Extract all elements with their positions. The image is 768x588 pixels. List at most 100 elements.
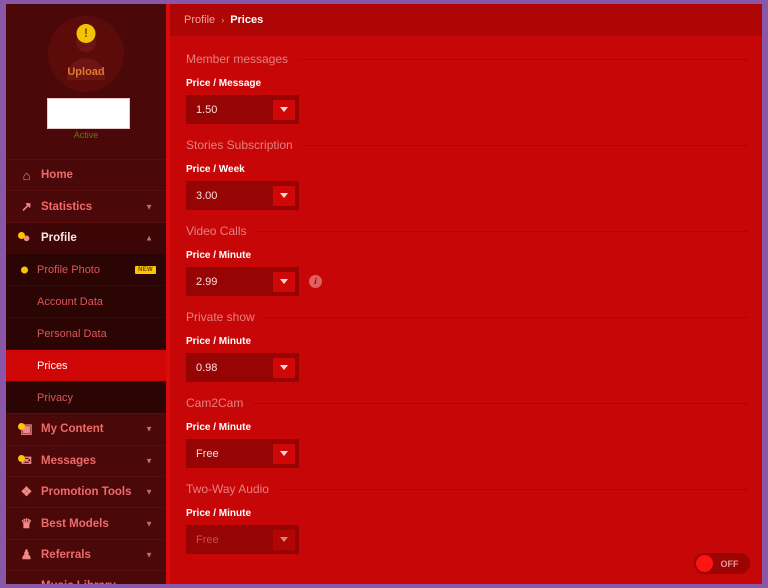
- prices-form: Member messages Price / Message 1.50 Storie…: [170, 36, 762, 554]
- sidebar-subitem-account-data[interactable]: Account Data: [6, 285, 166, 317]
- price-select[interactable]: 2.99: [186, 267, 299, 296]
- home-icon: ⌂: [22, 167, 31, 183]
- section-title: Two-Way Audio: [186, 482, 269, 496]
- price-select-value: 1.50: [196, 103, 218, 116]
- chevron-down-icon[interactable]: [273, 271, 295, 292]
- breadcrumb-separator-icon: ›: [221, 15, 225, 25]
- field-row: 2.99 i: [186, 267, 748, 296]
- app-window: ! Upload Active ⌂ Home ↗ Statistics ▼ ● Profil…: [6, 4, 762, 584]
- info-icon[interactable]: i: [309, 275, 322, 288]
- section-divider: [253, 402, 748, 404]
- price-section: Cam2Cam Price / Minute Free: [186, 396, 748, 468]
- display-name-field[interactable]: [47, 98, 130, 129]
- price-section: Two-Way Audio Price / Minute Free: [186, 482, 748, 554]
- sidebar-item-promotion-tools[interactable]: ❖ Promotion Tools ▼: [6, 475, 166, 507]
- section-divider: [256, 230, 748, 232]
- notification-dot-icon: [18, 232, 25, 240]
- sidebar-item-label: Home: [41, 169, 73, 182]
- sidebar-item-music-library[interactable]: ◡Music Library: [6, 570, 166, 584]
- sidebar-subitem-label: Profile Photo: [37, 263, 100, 276]
- sidebar-item-statistics[interactable]: ↗ Statistics ▼: [6, 190, 166, 221]
- main-panel: Profile › Prices Member messages Price / …: [166, 4, 762, 584]
- price-select[interactable]: 3.00: [186, 181, 299, 210]
- chevron-down-icon[interactable]: ▼: [145, 456, 153, 465]
- users-icon: ♟: [20, 546, 33, 562]
- tag-icon: ❖: [20, 484, 33, 500]
- field-row: 1.50: [186, 95, 748, 124]
- section-title: Stories Subscription: [186, 138, 293, 152]
- breadcrumb-parent[interactable]: Profile: [184, 14, 215, 26]
- chevron-down-icon[interactable]: ▼: [145, 488, 153, 497]
- avatar-upload-button[interactable]: ! Upload: [48, 16, 124, 92]
- sidebar-item-label: Promotion Tools: [41, 486, 132, 499]
- breadcrumb: Profile › Prices: [170, 4, 762, 36]
- chevron-down-icon[interactable]: ▼: [145, 519, 153, 528]
- section-divider: [278, 488, 748, 490]
- price-select[interactable]: 0.98: [186, 353, 299, 382]
- price-section: Video Calls Price / Minute 2.99 i: [186, 224, 748, 296]
- sidebar-item-label: Profile: [41, 231, 77, 244]
- field-row: Free: [186, 439, 748, 468]
- status-badge: Active: [73, 130, 99, 140]
- breadcrumb-current: Prices: [230, 14, 264, 26]
- sidebar-item-my-content[interactable]: ▣ My Content ▼: [6, 413, 166, 444]
- sidebar-subitem-personal-data[interactable]: Personal Data: [6, 317, 166, 349]
- sidebar-nav: ⌂ Home ↗ Statistics ▼ ● Profile ▲ Profile Photo N…: [6, 159, 166, 584]
- sidebar-item-label: Referrals: [41, 548, 91, 561]
- section-header: Member messages: [186, 52, 748, 66]
- sidebar-item-best-models[interactable]: ♛ Best Models ▼: [6, 507, 166, 538]
- section-title: Video Calls: [186, 224, 247, 238]
- chevron-down-icon[interactable]: ▼: [145, 550, 153, 559]
- sidebar-item-label: My Content: [41, 423, 104, 436]
- user-icon: ●: [16, 230, 37, 245]
- sidebar-item-home[interactable]: ⌂ Home: [6, 159, 166, 190]
- section-header: Private show: [186, 310, 748, 324]
- field-row: 0.98: [186, 353, 748, 382]
- section-header: Video Calls: [186, 224, 748, 238]
- chevron-down-icon: [273, 529, 295, 550]
- sidebar-item-profile[interactable]: ● Profile ▲: [6, 221, 166, 254]
- toggle-label: OFF: [720, 558, 739, 569]
- field-label: Price / Week: [186, 164, 245, 175]
- chevron-down-icon[interactable]: ▼: [145, 425, 153, 434]
- warning-badge-icon: !: [76, 24, 96, 43]
- price-section: Stories Subscription Price / Week 3.00: [186, 138, 748, 210]
- chevron-down-icon[interactable]: ▼: [145, 202, 153, 211]
- price-select-value: 3.00: [196, 189, 218, 202]
- sidebar-subitem-label: Prices: [37, 359, 68, 372]
- sidebar-item-messages[interactable]: ✉ Messages ▼: [6, 444, 166, 476]
- sidebar-subitem-label: Account Data: [37, 295, 104, 308]
- sidebar: ! Upload Active ⌂ Home ↗ Statistics ▼ ● Profil…: [6, 4, 166, 584]
- image-icon: ▣: [16, 421, 37, 437]
- sidebar-subitem-prices[interactable]: Prices: [6, 349, 166, 382]
- new-badge: NEW: [135, 265, 156, 274]
- chevron-down-icon[interactable]: [273, 185, 295, 206]
- section-divider: [302, 144, 748, 146]
- availability-toggle[interactable]: OFF: [694, 553, 750, 574]
- field-label: Price / Message: [186, 78, 262, 89]
- sidebar-subitem-profile-photo[interactable]: Profile Photo NEW: [6, 253, 166, 285]
- section-header: Two-Way Audio: [186, 482, 748, 496]
- price-select-value: 0.98: [196, 361, 218, 374]
- profile-summary: ! Upload Active: [6, 4, 166, 159]
- section-title: Member messages: [186, 52, 289, 66]
- sidebar-subitem-privacy[interactable]: Privacy: [6, 381, 166, 413]
- chevron-down-icon[interactable]: [273, 99, 295, 120]
- toggle-knob[interactable]: [696, 555, 713, 572]
- section-title: Cam2Cam: [186, 396, 244, 410]
- chevron-down-icon[interactable]: [273, 443, 295, 464]
- price-select-value: Free: [196, 533, 219, 546]
- price-select[interactable]: Free: [186, 439, 299, 468]
- profile-submenu: Profile Photo NEW Account Data Personal Dat…: [6, 253, 166, 414]
- sidebar-item-referrals[interactable]: ♟ Referrals ▼: [6, 538, 166, 570]
- field-row: Free: [186, 525, 748, 554]
- section-title: Private show: [186, 310, 255, 324]
- trophy-icon: ♛: [20, 515, 33, 531]
- notification-dot-icon: [21, 266, 28, 274]
- price-select-value: 2.99: [196, 275, 218, 288]
- chevron-down-icon[interactable]: [273, 357, 295, 378]
- chevron-up-icon[interactable]: ▲: [145, 233, 153, 242]
- sidebar-item-label: Statistics: [41, 200, 93, 213]
- price-select[interactable]: 1.50: [186, 95, 299, 124]
- sidebar-item-label: Messages: [41, 454, 96, 467]
